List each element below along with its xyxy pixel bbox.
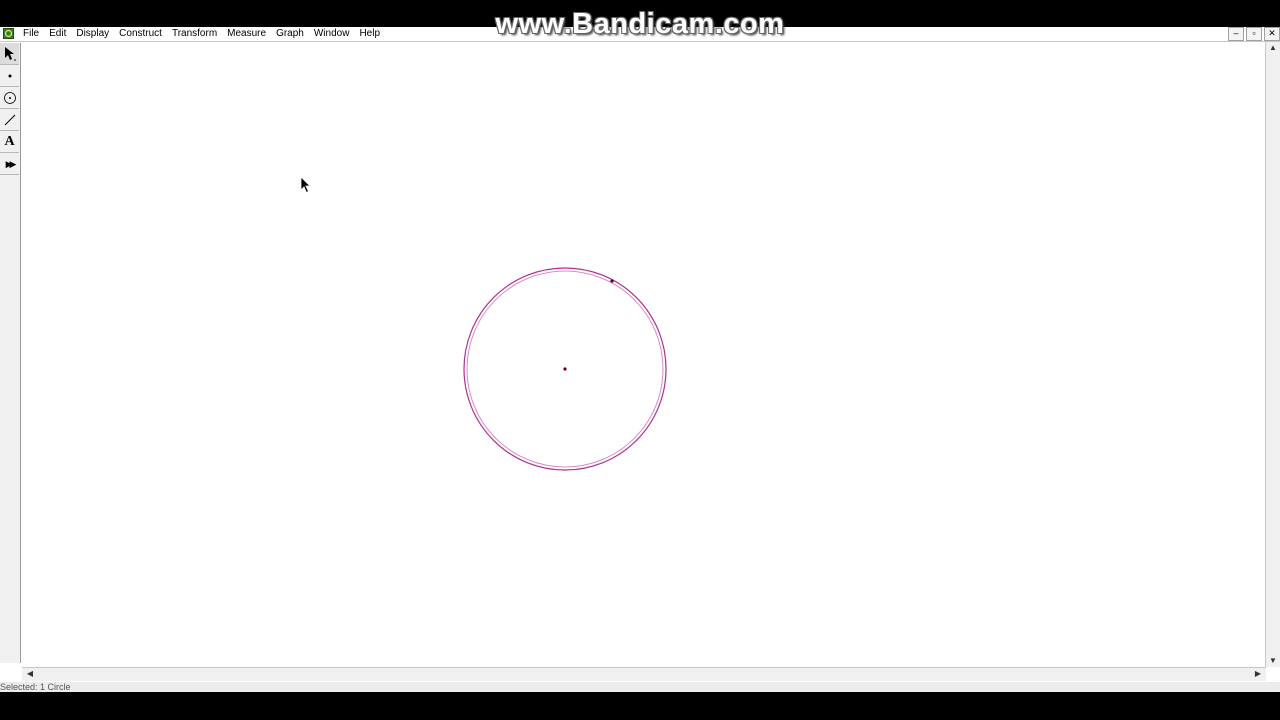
toolbox-background bbox=[0, 175, 21, 663]
compass-tool[interactable] bbox=[0, 87, 19, 109]
point-tool[interactable] bbox=[0, 65, 19, 87]
scroll-right-arrow-icon[interactable]: ▶ bbox=[1252, 668, 1264, 680]
text-tool-label: A bbox=[4, 133, 15, 149]
construction bbox=[463, 267, 667, 471]
scroll-down-arrow-icon[interactable]: ▼ bbox=[1267, 655, 1279, 667]
status-text: Selected: 1 Circle bbox=[0, 682, 71, 692]
center-point[interactable] bbox=[563, 367, 567, 371]
straightedge-tool[interactable] bbox=[0, 109, 19, 131]
arrow-icon bbox=[4, 46, 16, 61]
segment-icon bbox=[4, 114, 15, 125]
arrow-select-tool[interactable] bbox=[0, 43, 19, 65]
bandicam-watermark: www.Bandicam.com bbox=[495, 8, 785, 40]
horizontal-scrollbar[interactable]: ◀ ▶ bbox=[22, 667, 1266, 681]
mouse-cursor-icon bbox=[300, 176, 311, 194]
circle-object[interactable] bbox=[463, 267, 667, 471]
scroll-up-arrow-icon[interactable]: ▲ bbox=[1267, 42, 1279, 54]
circle-icon bbox=[3, 91, 16, 104]
custom-tool[interactable]: ▶▶ bbox=[0, 153, 19, 175]
scroll-left-arrow-icon[interactable]: ◀ bbox=[24, 668, 36, 680]
toolbox: A ▶▶ bbox=[0, 43, 21, 175]
vertical-scrollbar[interactable]: ▲ ▼ bbox=[1265, 42, 1280, 667]
radius-point[interactable] bbox=[610, 279, 614, 283]
text-tool[interactable]: A bbox=[0, 131, 19, 153]
custom-tool-label: ▶▶ bbox=[5, 158, 17, 169]
point-icon bbox=[8, 74, 11, 77]
status-bar: Selected: 1 Circle bbox=[0, 682, 1280, 692]
sketchpad-window: File Edit Display Construct Transform Me… bbox=[0, 27, 1280, 692]
sketch-canvas[interactable] bbox=[22, 42, 1266, 667]
